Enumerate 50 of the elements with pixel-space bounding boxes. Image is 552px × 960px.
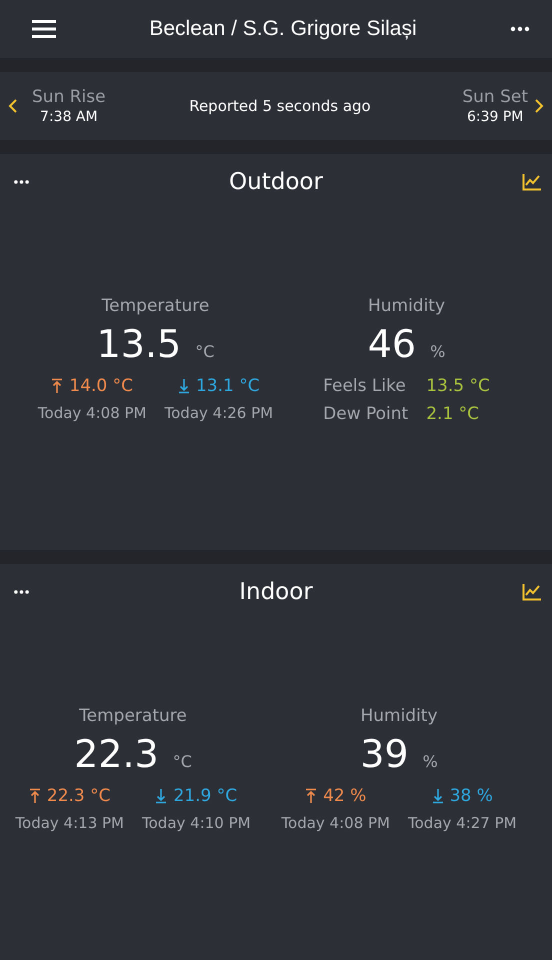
high-reading: 14.0 °C: [69, 376, 134, 396]
unit-label: °C: [172, 752, 192, 771]
detail-value: 2.1 °C: [426, 404, 480, 424]
more-icon[interactable]: [13, 588, 30, 596]
sunset-label: Sun Set: [462, 87, 528, 107]
sunrise-time: 7:38 AM: [40, 109, 98, 125]
arrow-up-icon: [305, 788, 318, 804]
metric-value: 39: [360, 732, 409, 776]
high-reading: 42 %: [323, 786, 366, 806]
chart-icon[interactable]: [522, 583, 542, 601]
arrow-down-icon: [155, 788, 168, 804]
arrow-down-icon: [432, 788, 444, 804]
unit-label: °C: [195, 342, 214, 361]
reading-time: Today 4:08 PM: [281, 814, 390, 832]
low-reading: 13.1 °C: [196, 376, 260, 396]
unit-label: %: [430, 342, 446, 361]
reading-time: Today 4:13 PM: [15, 814, 124, 832]
arrow-up-icon: [28, 788, 41, 804]
reading-time: Today 4:08 PM: [38, 404, 146, 422]
metric-value: 46: [368, 322, 416, 366]
detail-value: 13.5 °C: [426, 376, 490, 396]
chevron-right-icon[interactable]: [534, 98, 544, 114]
unit-label: %: [422, 752, 438, 771]
high-reading: 22.3 °C: [46, 786, 111, 806]
more-icon[interactable]: [510, 24, 530, 34]
reading-time: Today 4:10 PM: [142, 814, 251, 832]
panel-title: Indoor: [239, 579, 313, 605]
metric-label: Temperature: [102, 296, 210, 316]
metric-label: Temperature: [79, 706, 187, 726]
metric-label: Humidity: [360, 706, 438, 726]
sunset-time: 6:39 PM: [466, 109, 524, 125]
panel-title: Outdoor: [229, 169, 323, 195]
arrow-up-icon: [51, 378, 64, 394]
metric-value: 22.3: [74, 732, 159, 776]
station-title: Beclean / S.G. Grigore Silași: [148, 17, 418, 41]
report-status: Reported 5 seconds ago: [188, 97, 372, 115]
chart-icon[interactable]: [522, 173, 542, 191]
menu-icon[interactable]: [32, 19, 56, 39]
metric-value: 13.5: [96, 322, 182, 366]
low-reading: 38 %: [450, 786, 493, 806]
reading-time: Today 4:27 PM: [408, 814, 517, 832]
low-reading: 21.9 °C: [173, 786, 238, 806]
sunrise-label: Sun Rise: [32, 87, 106, 107]
metric-label: Humidity: [368, 296, 446, 316]
more-icon[interactable]: [13, 178, 30, 186]
reading-time: Today 4:26 PM: [164, 404, 274, 422]
chevron-left-icon[interactable]: [8, 98, 18, 114]
arrow-down-icon: [178, 378, 190, 394]
detail-label: Dew Point: [323, 404, 408, 424]
detail-label: Feels Like: [323, 376, 407, 396]
